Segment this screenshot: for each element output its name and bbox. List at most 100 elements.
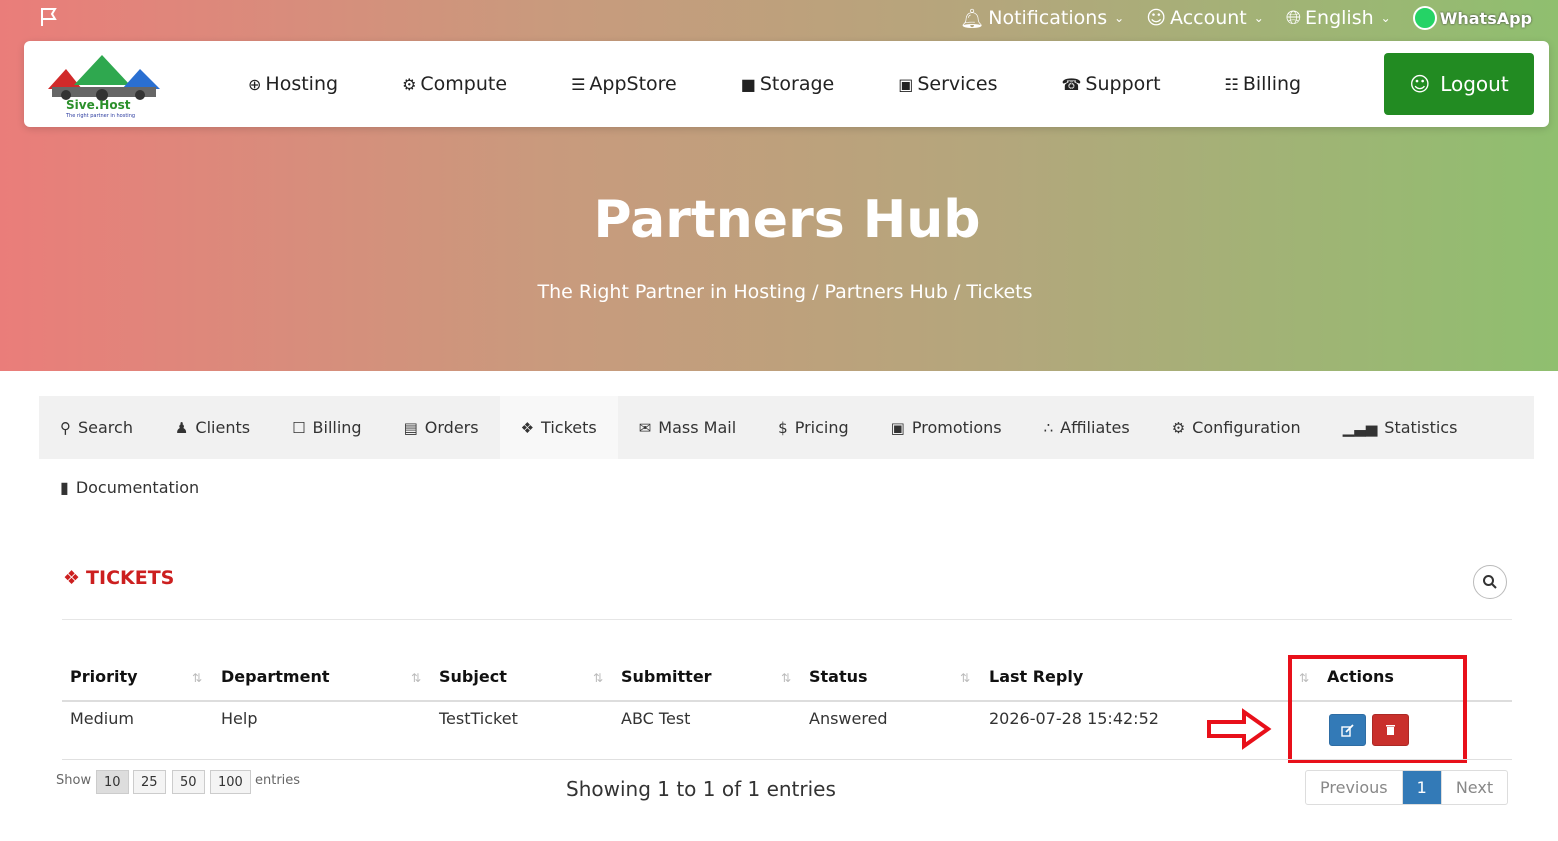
- globe-icon: ⊕: [248, 74, 262, 94]
- nav-storage[interactable]: ■ Storage: [741, 73, 834, 95]
- nav-billing[interactable]: ☷ Billing: [1225, 73, 1302, 95]
- col-priority[interactable]: Priority: [70, 667, 138, 686]
- bell-icon: 🔔︎: [960, 7, 985, 30]
- nav-label: Support: [1085, 73, 1161, 95]
- chevron-down-icon: ⌄: [1114, 11, 1125, 25]
- tab-label: Documentation: [75, 478, 200, 497]
- cell-status: Answered: [809, 709, 888, 728]
- page-title: Partners Hub: [593, 190, 981, 250]
- show-label: Show: [56, 773, 92, 788]
- logout-label: Logout: [1440, 72, 1509, 96]
- nav-label: Hosting: [265, 73, 339, 95]
- section-title-label: TICKETS: [86, 567, 175, 589]
- search-icon: [1483, 575, 1497, 589]
- page-length-10[interactable]: 10: [96, 770, 129, 794]
- notifications-menu[interactable]: 🔔︎ Notifications ⌄: [960, 7, 1124, 30]
- globe-icon: 🌐︎: [1285, 7, 1302, 29]
- tab-label: Clients: [195, 418, 251, 437]
- cell-submitter: ABC Test: [621, 709, 691, 728]
- tab-promotions[interactable]: ▣ Promotions: [870, 396, 1023, 459]
- book-icon: ▮: [60, 478, 69, 497]
- breadcrumb: The Right Partner in Hosting / Partners …: [6, 281, 1558, 303]
- tab-label: Orders: [424, 418, 479, 437]
- page-1-button[interactable]: 1: [1402, 771, 1441, 804]
- tab-mass-mail[interactable]: ✉ Mass Mail: [618, 396, 757, 459]
- pagination: Previous 1 Next: [1305, 770, 1509, 805]
- divider: [62, 759, 1512, 760]
- page-length-25[interactable]: 25: [133, 770, 166, 794]
- tab-label: Statistics: [1384, 418, 1458, 437]
- money-icon: ▣: [890, 418, 905, 437]
- tab-orders[interactable]: ▤ Orders: [383, 396, 500, 459]
- nav-label: Storage: [759, 73, 835, 95]
- tab-clients[interactable]: ♟ Clients: [154, 396, 271, 459]
- page-length-100[interactable]: 100: [210, 770, 251, 794]
- whatsapp-label: WhatsApp: [1439, 8, 1532, 28]
- notifications-label: Notifications: [988, 7, 1108, 29]
- nav-appstore[interactable]: ☰ AppStore: [571, 73, 677, 95]
- tab-tickets[interactable]: ❖ Tickets: [499, 396, 618, 459]
- col-status[interactable]: Status: [809, 667, 868, 686]
- divider: [62, 619, 1512, 620]
- search-icon: ⚲: [60, 418, 71, 437]
- nav-hosting[interactable]: ⊕ Hosting: [248, 73, 338, 95]
- brand-name: Sive.Host: [66, 98, 131, 112]
- col-department[interactable]: Department: [221, 667, 329, 686]
- tab-pricing[interactable]: $ Pricing: [757, 396, 869, 459]
- section-title: ❖ TICKETS: [63, 567, 174, 589]
- table-search-button[interactable]: [1473, 565, 1507, 599]
- highlight-box: [1288, 655, 1467, 763]
- nav-label: Services: [917, 73, 998, 95]
- nav-services[interactable]: ▣ Services: [898, 73, 997, 95]
- user-icon: ☺: [1146, 7, 1167, 29]
- col-subject[interactable]: Subject: [439, 667, 507, 686]
- account-menu[interactable]: ☺ Account ⌄: [1146, 7, 1264, 29]
- tab-documentation[interactable]: ▮ Documentation: [60, 478, 199, 497]
- user-icon: ☺: [1409, 72, 1431, 96]
- tab-billing[interactable]: ☐ Billing: [271, 396, 383, 459]
- tab-affiliates[interactable]: ∴ Affiliates: [1023, 396, 1151, 459]
- database-icon: ☰: [571, 74, 586, 94]
- whatsapp-link[interactable]: WhatsApp: [1412, 6, 1532, 30]
- tab-search[interactable]: ⚲ Search: [39, 396, 154, 459]
- nav-compute[interactable]: ⚙ Compute: [402, 73, 507, 95]
- table-info: Showing 1 to 1 of 1 entries: [566, 777, 836, 801]
- main-navbar: Sive.Host The right partner in hosting ⊕…: [24, 41, 1549, 127]
- tab-label: Promotions: [911, 418, 1002, 437]
- flag-icon[interactable]: [38, 6, 60, 28]
- admin-tabs: ⚲ Search ♟ Clients ☐ Billing ▤ Orders ❖ Ticke…: [39, 396, 1534, 459]
- sort-icon[interactable]: ⇅: [411, 671, 421, 685]
- breadcrumb-tickets: / Tickets: [953, 281, 1033, 303]
- cell-last-reply: 2026-07-28 15:42:52: [989, 709, 1159, 728]
- col-last-reply[interactable]: Last Reply: [989, 667, 1083, 686]
- hero-banner: 🔔︎ Notifications ⌄ ☺ Account ⌄ 🌐︎ Englis…: [0, 0, 1558, 371]
- previous-button[interactable]: Previous: [1306, 771, 1403, 804]
- ticket-icon: ❖: [63, 567, 81, 589]
- cart-icon: ▤: [403, 418, 418, 437]
- sort-icon[interactable]: ⇅: [593, 671, 603, 685]
- tab-statistics[interactable]: ▁▃▅ Statistics: [1322, 396, 1479, 459]
- headset-icon: ☎: [1061, 74, 1082, 94]
- next-button[interactable]: Next: [1440, 771, 1507, 804]
- whatsapp-icon: [1412, 6, 1437, 30]
- sort-icon[interactable]: ⇅: [192, 671, 202, 685]
- col-submitter[interactable]: Submitter: [621, 667, 712, 686]
- tab-configuration[interactable]: ⚙ Configuration: [1151, 396, 1322, 459]
- nav-support[interactable]: ☎ Support: [1061, 73, 1160, 95]
- tab-label: Configuration: [1192, 418, 1301, 437]
- tab-label: Pricing: [794, 418, 849, 437]
- arrow-right-icon: [1207, 708, 1272, 750]
- language-menu[interactable]: 🌐︎ English ⌄: [1286, 7, 1391, 29]
- brand-tagline: The right partner in hosting: [66, 113, 136, 119]
- breadcrumb-home[interactable]: The Right Partner in Hosting: [537, 281, 806, 303]
- sort-icon[interactable]: ⇅: [960, 671, 970, 685]
- breadcrumb-partners-hub[interactable]: / Partners Hub: [812, 281, 948, 303]
- entries-label: entries: [255, 773, 301, 788]
- envelope-icon: ✉: [638, 418, 652, 437]
- logout-button[interactable]: ☺ Logout: [1384, 53, 1534, 115]
- sort-icon[interactable]: ⇅: [781, 671, 791, 685]
- cogs-icon: ⚙: [1171, 418, 1186, 437]
- page-length-50[interactable]: 50: [172, 770, 205, 794]
- receipt-icon: ☷: [1224, 74, 1239, 94]
- cell-subject: TestTicket: [439, 709, 518, 728]
